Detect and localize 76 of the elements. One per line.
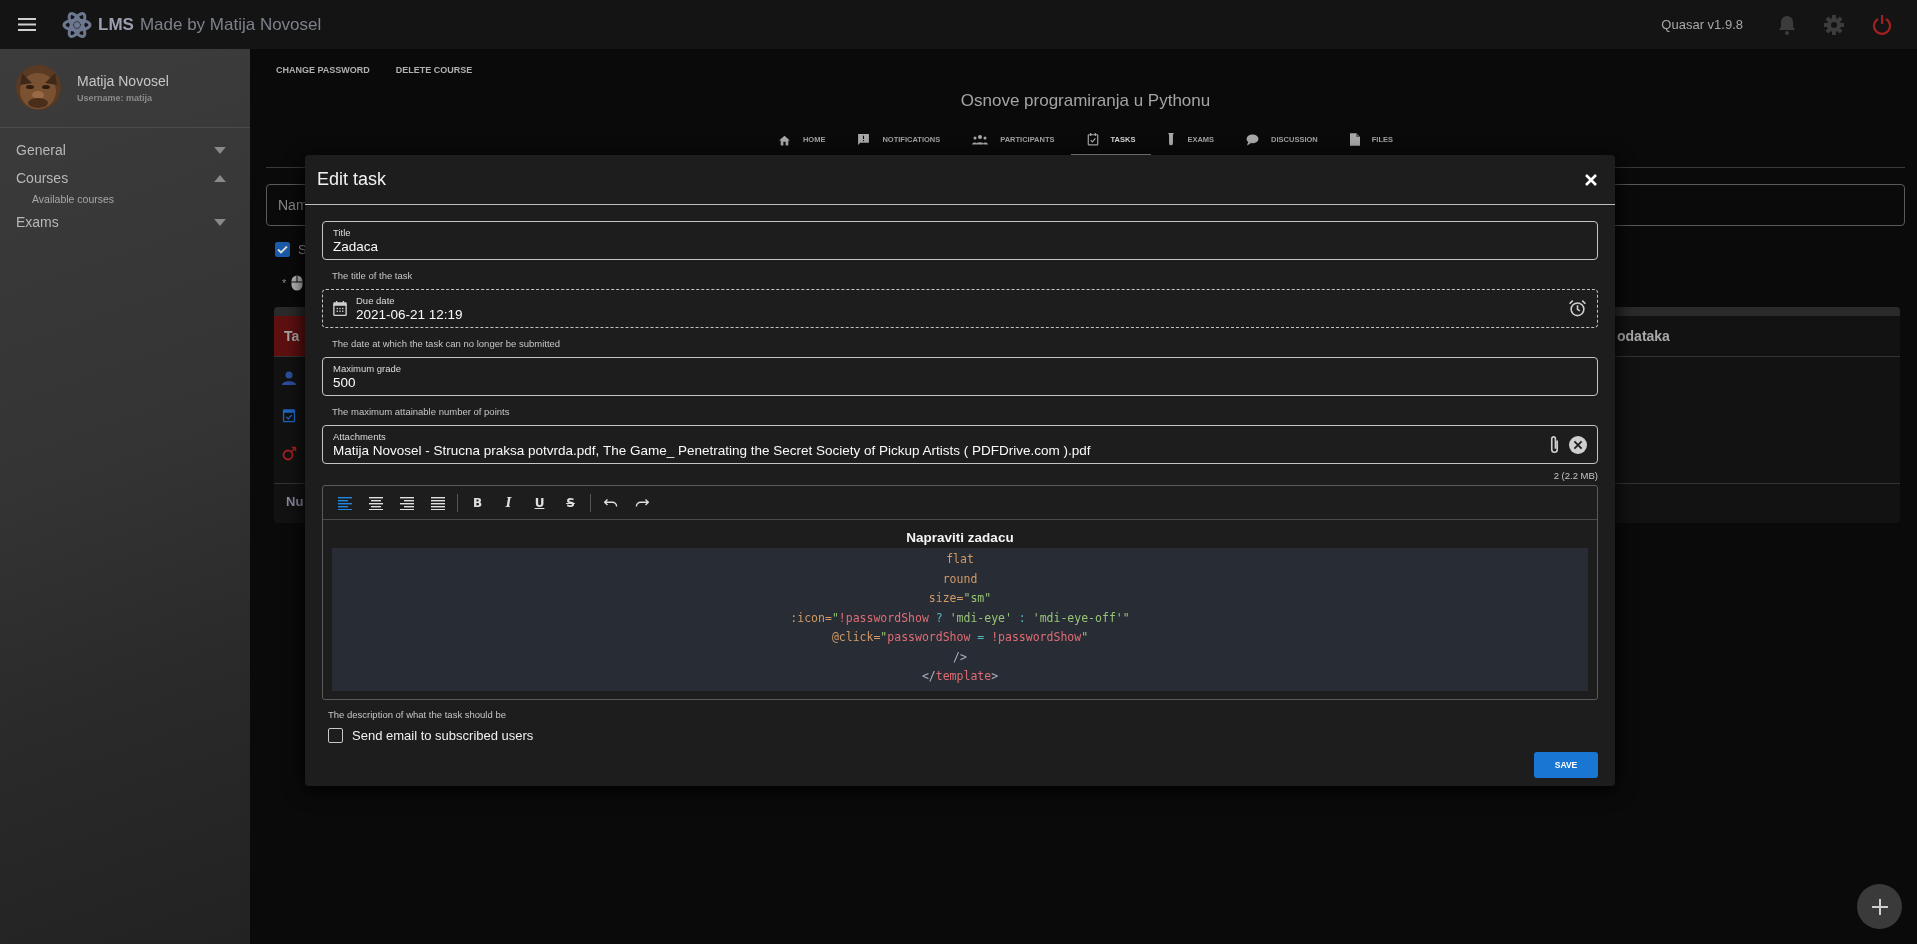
send-email-checkbox[interactable]: Send email to subscribed users [322,724,540,746]
alarm-clock-icon[interactable] [1568,299,1587,318]
nav-subitem[interactable]: Available courses [0,192,115,208]
align-center-icon [368,495,383,510]
code-block: flat round size="sm" :icon="!passwordShow ? 'mdi-eye' : 'mdi-eye-off'" @click="passwordShow = !passwordShow" /> </template> [332,548,1588,691]
test-tube-icon [1167,133,1176,146]
message-alert-icon [857,133,871,146]
username-label: Username: matija [77,92,154,103]
calendar-check-icon [282,408,296,423]
field-label: Attachments [333,431,387,442]
atom-icon [62,9,92,40]
calendar-check-icon [1086,133,1099,146]
home-icon [777,133,791,146]
person-icon [282,371,296,385]
field-hint: The title of the task [331,269,414,283]
field-value: Matija Novosel - Strucna praksa potvrda.pdf, The Game_ Penetrating the Secret Society of Pickup Artists ( PDFDrive.com ).pdf [333,443,1092,458]
plus-icon [1871,898,1888,915]
undo-icon [603,497,618,508]
text-field[interactable]: Title Zadaca [322,221,1598,260]
table-footer: Nu [286,494,304,509]
align-justify-icon [430,495,445,510]
nav-item[interactable]: General [0,136,250,164]
people-icon [972,134,989,145]
app-name: LMS [98,14,134,35]
date-field[interactable]: Due date 2021-06-21 12:19 [322,289,1598,328]
dialog-title: Edit task [317,169,387,190]
editor-heading: Napraviti zadacu [905,530,1015,545]
menu-button[interactable] [18,18,36,31]
file-counter: 2 (2.2 MB) [1552,469,1598,483]
mouse-icon [291,275,304,291]
align-left-icon [337,495,352,510]
action-button[interactable]: CHANGE PASSWORD [276,65,370,75]
calendar-icon [333,301,347,316]
course-title: Osnove programiranja u Pythonu [959,91,1212,111]
power-icon [1872,14,1892,35]
version-label: Quasar v1.9.8 [1661,17,1743,32]
underline-button[interactable]: U [524,491,555,514]
add-button[interactable] [1857,884,1902,929]
field-value: Zadaca [333,239,380,254]
align-right-icon [399,495,414,510]
strike-button[interactable]: S [555,491,586,514]
checkbox[interactable] [275,242,290,257]
rich-text-editor[interactable]: B I U S Napraviti zadacu flat round size="sm" :icon="!passwordShow ? 'mdi-eye' : 'mdi-eye-off'" @click="passwordShow = !passwordShow" /> </template> [322,485,1598,700]
field-value: 2021-06-21 12:19 [356,307,464,322]
file-icon [1349,133,1360,146]
field-label: Due date [356,295,396,306]
checkbox-label: Send email to subscribed users [352,727,534,743]
nav-item[interactable]: Exams [0,208,250,236]
paperclip-icon[interactable] [1549,434,1560,455]
field-hint: The maximum attainable number of points [331,405,511,419]
save-button[interactable]: SAVE [1534,751,1598,778]
field-label: Maximum grade [333,363,403,374]
redo-icon [634,497,649,508]
action-button[interactable]: DELETE COURSE [395,65,473,75]
user-name: Matija Novosel [77,72,169,89]
column-header: odataka [1616,327,1671,346]
file-field[interactable]: Attachments Matija Novosel - Strucna praksa potvrda.pdf, The Game_ Penetrating the Secret Society of Pickup Artists ( PDFDrive.com ).pdf [322,425,1598,464]
bell-icon [1778,14,1796,35]
chevron-icon [214,174,226,182]
field-label: Title [333,227,352,238]
text-field[interactable]: Maximum grade 500 [322,357,1598,396]
field-hint: The description of what the task should be [327,707,507,722]
hint-marker: * [282,277,287,289]
app-subtitle: Made by Matija Novosel [139,14,322,35]
italic-button[interactable]: I [493,491,524,514]
bold-button[interactable]: B [462,491,493,514]
close-icon [1585,173,1597,186]
speech-bubble-icon [1246,133,1260,146]
gear-icon [1824,14,1844,35]
chevron-icon [214,218,226,226]
chevron-icon [214,146,226,154]
menu-icon [18,18,36,31]
close-button[interactable] [1585,173,1597,186]
field-value: 500 [333,375,357,390]
nav-item[interactable]: Courses [0,164,250,192]
clear-icon[interactable] [1569,435,1587,454]
